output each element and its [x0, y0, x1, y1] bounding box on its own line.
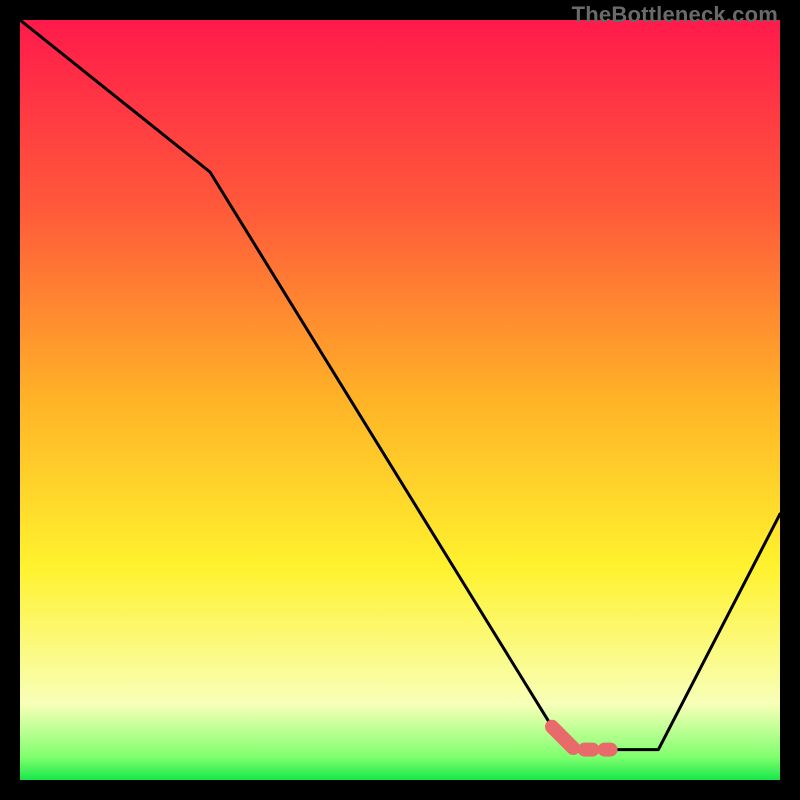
chart-background	[20, 20, 780, 780]
watermark-text: TheBottleneck.com	[572, 2, 778, 28]
chart-frame	[20, 20, 780, 780]
chart-svg	[20, 20, 780, 780]
